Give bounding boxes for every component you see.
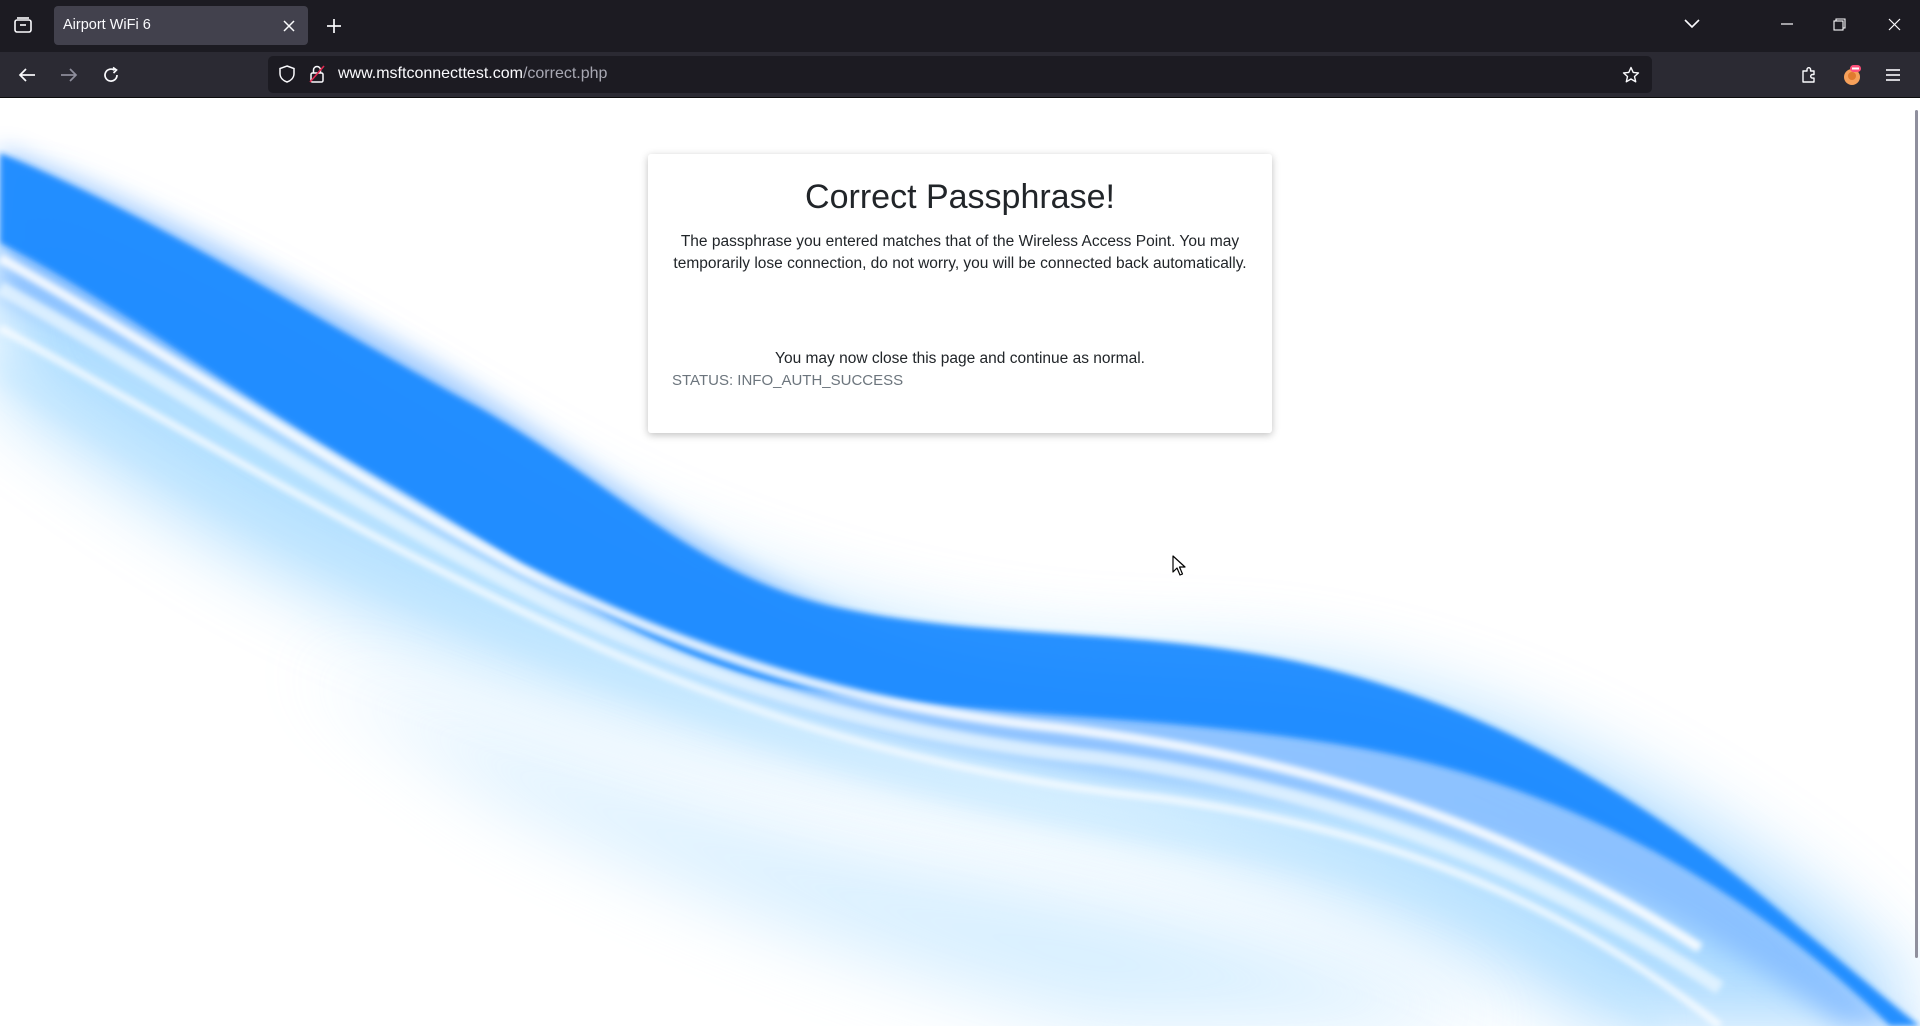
app-menu-button[interactable] (1876, 58, 1910, 92)
site-info-button[interactable] (306, 63, 328, 85)
chevron-down-icon (1684, 19, 1700, 29)
star-icon (1622, 66, 1640, 83)
mouse-cursor-icon (1172, 555, 1186, 576)
confirmation-message: The passphrase you entered matches that … (673, 233, 1247, 272)
address-bar[interactable]: www.msftconnecttest.com/correct.php (268, 56, 1652, 93)
url-path: /correct.php (522, 65, 608, 82)
puzzle-icon (1802, 67, 1815, 83)
reload-icon (104, 66, 118, 82)
close-icon (1888, 18, 1900, 30)
arrow-right-icon (61, 68, 78, 82)
restore-icon (1832, 17, 1846, 31)
back-button[interactable] (10, 58, 44, 92)
account-button[interactable] (1835, 58, 1869, 92)
page-content: Correct Passphrase! The passphrase you e… (0, 98, 1920, 1026)
scrollbar[interactable] (1912, 98, 1920, 1026)
reload-button[interactable] (94, 58, 128, 92)
window-close-button[interactable] (1874, 6, 1914, 42)
restore-button[interactable] (1820, 6, 1858, 42)
navigation-toolbar: www.msftconnecttest.com/correct.php (0, 52, 1920, 98)
page-title: Correct Passphrase! (805, 178, 1115, 216)
scrollbar-thumb[interactable] (1915, 110, 1918, 958)
tab-title: Airport WiFi 6 (63, 17, 151, 33)
tab-strip: Airport WiFi 6 (0, 0, 1920, 52)
tab-close-button[interactable] (278, 15, 300, 37)
url-host: www.msftconnecttest.com (338, 65, 523, 82)
browser-tab[interactable]: Airport WiFi 6 (54, 6, 308, 45)
close-icon (283, 20, 295, 32)
lock-icon (309, 65, 325, 83)
tab-list-icon (14, 17, 32, 33)
plus-icon (327, 19, 341, 33)
avatar-icon (1844, 65, 1861, 85)
close-page-note: You may now close this page and continue… (775, 350, 1145, 367)
tracking-protection-button[interactable] (276, 63, 298, 85)
minimize-icon (1781, 23, 1793, 25)
extensions-button[interactable] (1792, 58, 1826, 92)
arrow-left-icon (18, 68, 35, 82)
hamburger-icon (1886, 69, 1900, 81)
bookmark-button[interactable] (1618, 62, 1644, 88)
list-all-tabs-button[interactable] (1676, 8, 1708, 40)
tab-list-button[interactable] (8, 10, 38, 40)
minimize-button[interactable] (1768, 6, 1806, 42)
shield-icon (279, 65, 295, 83)
url-text[interactable]: www.msftconnecttest.com/correct.php (338, 65, 607, 83)
new-tab-button[interactable] (318, 10, 350, 42)
status-card: Correct Passphrase! The passphrase you e… (648, 154, 1272, 433)
status-code: STATUS: INFO_AUTH_SUCCESS (672, 372, 904, 389)
forward-button[interactable] (52, 58, 86, 92)
